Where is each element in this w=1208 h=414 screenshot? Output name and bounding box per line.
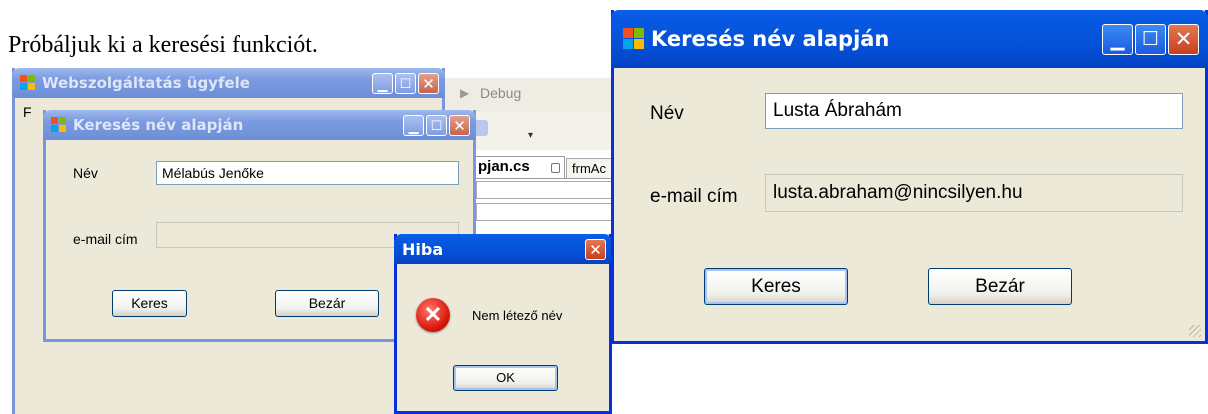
- maximize-button[interactable]: ☐: [395, 72, 416, 94]
- name-label: Név: [650, 103, 684, 124]
- app-icon: [20, 75, 36, 91]
- close-dialog-button[interactable]: Bezár: [275, 290, 379, 317]
- error-message: Nem létező név: [472, 308, 563, 323]
- error-dialog: Hiba ✕ ✕ Nem létező név OK: [394, 234, 612, 414]
- email-label: e-mail cím: [73, 231, 138, 247]
- minimize-button[interactable]: ▁: [1102, 23, 1133, 55]
- title-bar[interactable]: Webszolgáltatás ügyfele ▁ ☐ ✕: [12, 68, 445, 98]
- maximize-button[interactable]: ☐: [426, 114, 447, 136]
- dialog-title: Keresés név alapján: [651, 27, 890, 51]
- ok-button[interactable]: OK: [453, 365, 558, 391]
- editor-field[interactable]: [476, 203, 616, 221]
- ide-tab-active[interactable]: pjan.cs: [475, 156, 565, 178]
- title-bar[interactable]: Keresés név alapján ▁ ☐ ✕: [43, 110, 476, 140]
- app-icon: [623, 28, 645, 50]
- email-label: e-mail cím: [650, 186, 738, 207]
- name-input[interactable]: Lusta Ábrahám: [765, 93, 1183, 129]
- close-button[interactable]: ✕: [585, 238, 606, 260]
- error-icon: ✕: [416, 298, 450, 332]
- name-label: Név: [73, 165, 98, 181]
- search-dialog-large: Keresés név alapján ▁ ☐ ✕ Név Lusta Ábra…: [611, 10, 1208, 344]
- title-bar[interactable]: Keresés név alapján ▁ ☐ ✕: [611, 10, 1208, 68]
- ide-toolbar: ▶ Debug: [430, 78, 615, 113]
- error-title: Hiba: [402, 239, 444, 259]
- debug-icon[interactable]: ▶: [460, 86, 469, 100]
- minimize-button[interactable]: ▁: [372, 72, 393, 94]
- lock-icon: [551, 163, 560, 173]
- email-input[interactable]: lusta.abraham@nincsilyen.hu: [765, 174, 1183, 212]
- menu-item-file[interactable]: F: [23, 104, 32, 120]
- maximize-button[interactable]: ☐: [1135, 23, 1166, 55]
- debug-config-label[interactable]: Debug: [480, 85, 521, 101]
- tab-label: pjan.cs: [478, 158, 530, 175]
- resize-grip-icon[interactable]: [1189, 325, 1201, 337]
- close-dialog-button[interactable]: Bezár: [928, 268, 1072, 305]
- name-input[interactable]: Mélabús Jenőke: [156, 161, 459, 185]
- window-title: Webszolgáltatás ügyfele: [42, 74, 250, 92]
- close-button[interactable]: ✕: [449, 114, 470, 136]
- minimize-button[interactable]: ▁: [403, 114, 424, 136]
- dialog-title: Keresés név alapján: [73, 116, 244, 134]
- editor-field[interactable]: [476, 181, 616, 199]
- caption-text: Próbáljuk ki a keresési funkciót.: [8, 32, 318, 58]
- search-button[interactable]: Keres: [112, 290, 187, 317]
- dropdown-arrow-icon[interactable]: ▾: [528, 130, 533, 141]
- search-button[interactable]: Keres: [704, 268, 848, 305]
- ide-editor: [470, 178, 618, 239]
- app-icon: [51, 117, 67, 133]
- close-button[interactable]: ✕: [418, 72, 439, 94]
- close-button[interactable]: ✕: [1168, 23, 1199, 55]
- ide-toolbar-2: ▾: [460, 112, 615, 150]
- title-bar[interactable]: Hiba ✕: [394, 234, 612, 264]
- tab-label: frmAc: [572, 161, 606, 176]
